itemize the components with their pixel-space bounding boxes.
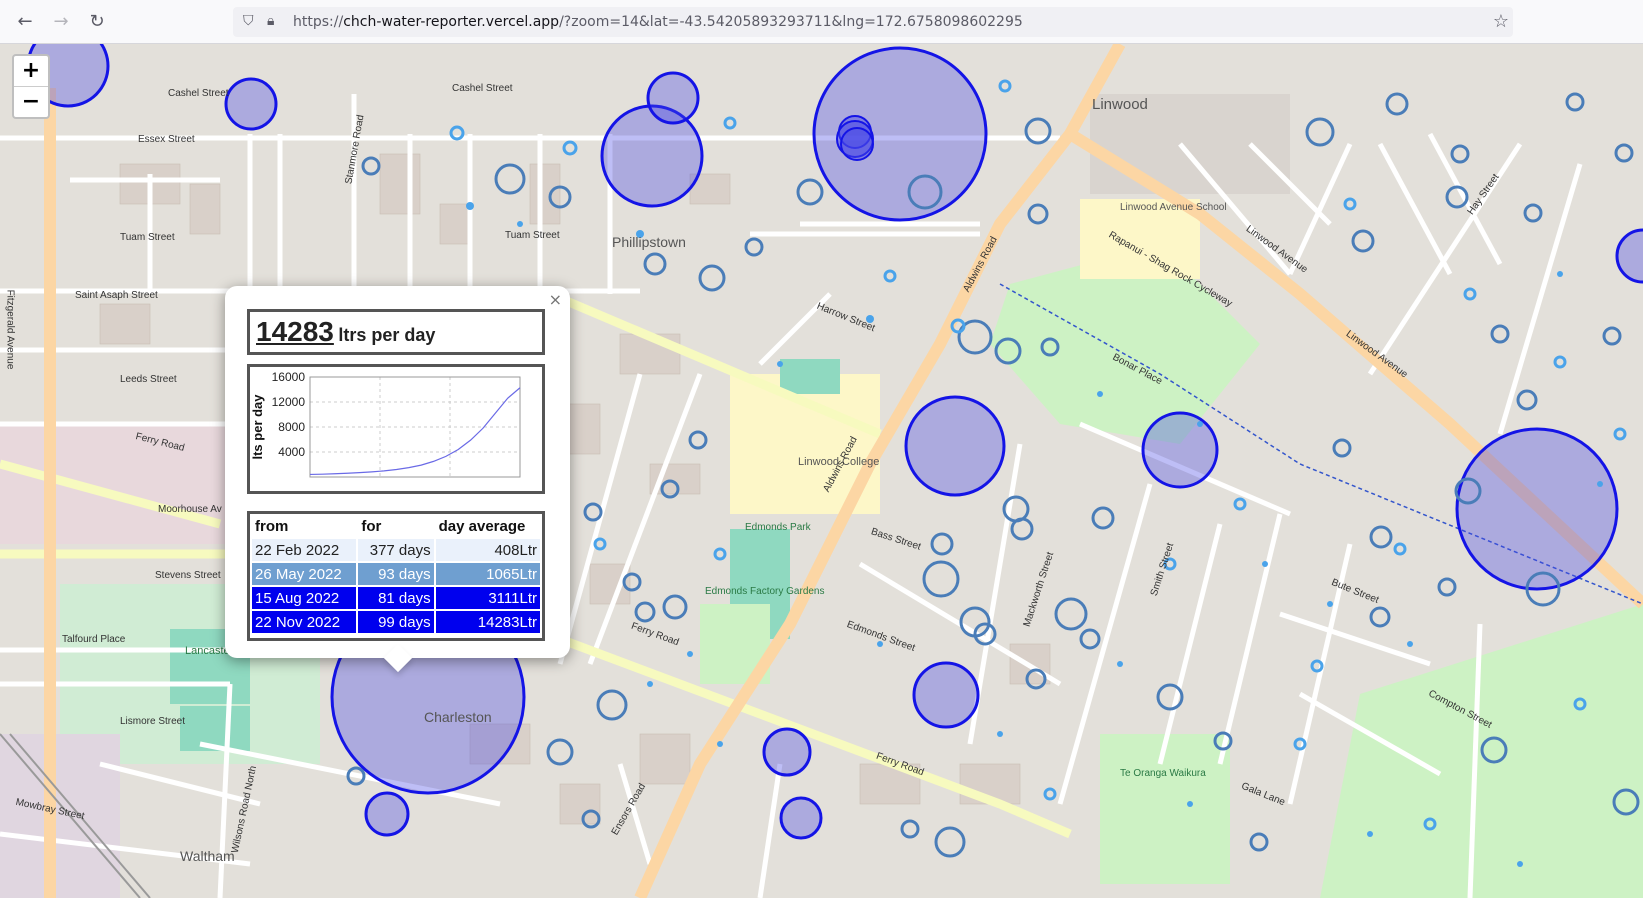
usage-unit: ltrs per day: [338, 325, 436, 345]
map-label-fitzgerald-avenue: Fitzgerald Avenue: [4, 289, 16, 370]
map-label-te-oranga-waikura: Te Oranga Waikura: [1120, 768, 1206, 779]
table-header-row: from for day average: [252, 516, 540, 537]
map-label-essex-street: Essex Street: [138, 134, 195, 145]
shield-icon[interactable]: ⛉: [243, 13, 254, 29]
series-line: [309, 387, 521, 476]
forward-arrow-icon[interactable]: →: [50, 11, 72, 33]
cell-for: 81 days: [358, 587, 434, 609]
table-row: 22 Nov 2022 99 days 14283Ltr: [252, 611, 540, 633]
y-tick-label: 8000: [278, 420, 305, 434]
usage-popup: × 14283 ltrs per day 4000 8000 12000 16000 l…: [225, 286, 570, 673]
cell-from: 22 Feb 2022: [252, 539, 357, 561]
map-label-cashel-street: Cashel Street: [168, 88, 229, 99]
table-row: 22 Feb 2022 377 days 408Ltr: [252, 539, 540, 561]
url-prefix: https://: [293, 14, 344, 30]
y-tick-label: 4000: [278, 445, 305, 459]
cell-from: 22 Nov 2022: [252, 611, 357, 633]
star-icon[interactable]: ☆: [1490, 11, 1512, 33]
usage-value: 14283: [256, 316, 334, 347]
map-label-edmonds-park: Edmonds Park: [745, 522, 811, 533]
map-label-waltham: Waltham: [180, 848, 235, 864]
map-label-linwood: Linwood: [1092, 96, 1148, 113]
url-path: /?zoom=14&lat=-43.54205893293711&lng=172…: [559, 14, 1023, 30]
reload-icon[interactable]: ↻: [86, 11, 108, 33]
usage-headline: 14283 ltrs per day: [247, 309, 545, 355]
map-label-tuam-street-2: Tuam Street: [505, 230, 560, 241]
header-from: from: [255, 518, 289, 535]
map-label-charleston: Charleston: [424, 709, 492, 725]
address-bar[interactable]: ⛉ 🔒︎ https://chch-water-reporter.vercel.…: [233, 7, 1513, 37]
cell-for: 99 days: [358, 611, 434, 633]
url-host: chch-water-reporter.vercel.app: [343, 14, 560, 30]
usage-chart: 4000 8000 12000 16000 lts per day: [247, 364, 545, 494]
y-tick-label: 16000: [272, 370, 306, 384]
table-row: 26 May 2022 93 days 1065Ltr: [252, 563, 540, 585]
back-arrow-icon[interactable]: ←: [14, 11, 36, 33]
map-label-tuam-street: Tuam Street: [120, 232, 175, 243]
zoom-control: + −: [12, 54, 50, 119]
cell-for: 93 days: [358, 563, 434, 585]
url-text[interactable]: https://chch-water-reporter.vercel.app/?…: [293, 14, 1023, 30]
zoom-in-button[interactable]: +: [14, 56, 48, 86]
cell-day-average: 1065Ltr: [435, 563, 540, 585]
usage-table: from for day average 22 Feb 2022 377 days…: [247, 511, 545, 641]
cell-from: 26 May 2022: [252, 563, 357, 585]
cell-day-average: 3111Ltr: [435, 587, 540, 609]
map-label-lismore-street: Lismore Street: [120, 716, 186, 727]
map-label-talfourd-place: Talfourd Place: [62, 634, 126, 645]
map-label-cashel-street-2: Cashel Street: [452, 83, 513, 94]
cell-from: 15 Aug 2022: [252, 587, 357, 609]
cell-day-average: 14283Ltr: [435, 611, 540, 633]
y-tick-label: 12000: [272, 395, 306, 409]
cell-for: 377 days: [358, 539, 434, 561]
map-label-edmonds-factory-gardens: Edmonds Factory Gardens: [705, 586, 825, 597]
table-row: 15 Aug 2022 81 days 3111Ltr: [252, 587, 540, 609]
map-label-leeds-street: Leeds Street: [120, 374, 177, 385]
map-label-moorhouse-avenue: Moorhouse Av: [158, 504, 222, 515]
browser-toolbar: ← → ↻ ⛉ 🔒︎ https://chch-water-reporter.v…: [0, 0, 1643, 44]
map-label-linwood-avenue-school: Linwood Avenue School: [1120, 202, 1227, 213]
header-for: for: [361, 518, 382, 535]
cell-day-average: 408Ltr: [435, 539, 540, 561]
map-label-saint-asaph-street: Saint Asaph Street: [75, 290, 158, 301]
map-label-stevens-street: Stevens Street: [155, 570, 221, 581]
lock-icon[interactable]: 🔒︎: [267, 13, 274, 29]
zoom-out-button[interactable]: −: [14, 86, 48, 117]
y-axis-label: lts per day: [250, 394, 265, 460]
map-label-phillipstown: Phillipstown: [612, 234, 686, 250]
usage-chart-svg: 4000 8000 12000 16000 lts per day: [250, 370, 521, 478]
close-icon[interactable]: ×: [549, 290, 562, 309]
header-day-average: day average: [438, 518, 526, 535]
